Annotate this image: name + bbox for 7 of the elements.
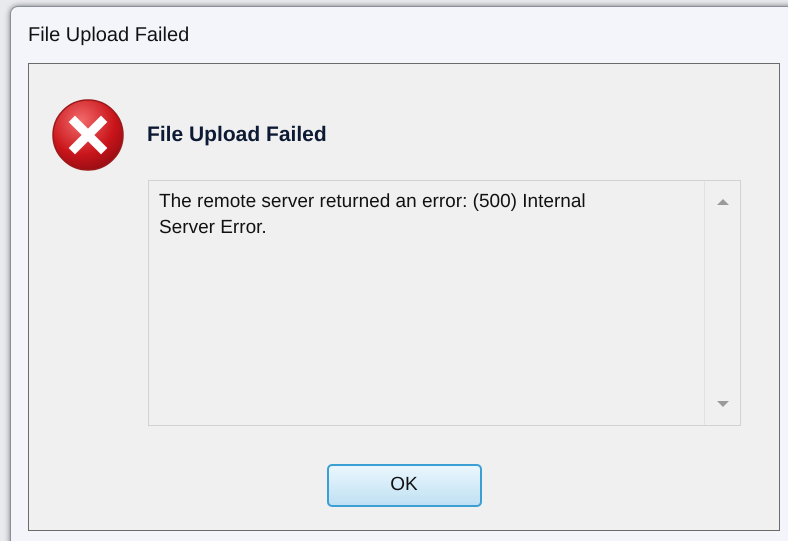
- scroll-down-icon[interactable]: [716, 401, 728, 407]
- scroll-up-icon[interactable]: [716, 199, 728, 205]
- dialog-heading: File Upload Failed: [147, 122, 327, 148]
- error-message: The remote server returned an error: (500) Internal Server Error.: [158, 190, 587, 240]
- error-icon: [51, 98, 125, 172]
- ok-button[interactable]: OK: [326, 464, 482, 507]
- window-title: File Upload Failed: [28, 23, 190, 48]
